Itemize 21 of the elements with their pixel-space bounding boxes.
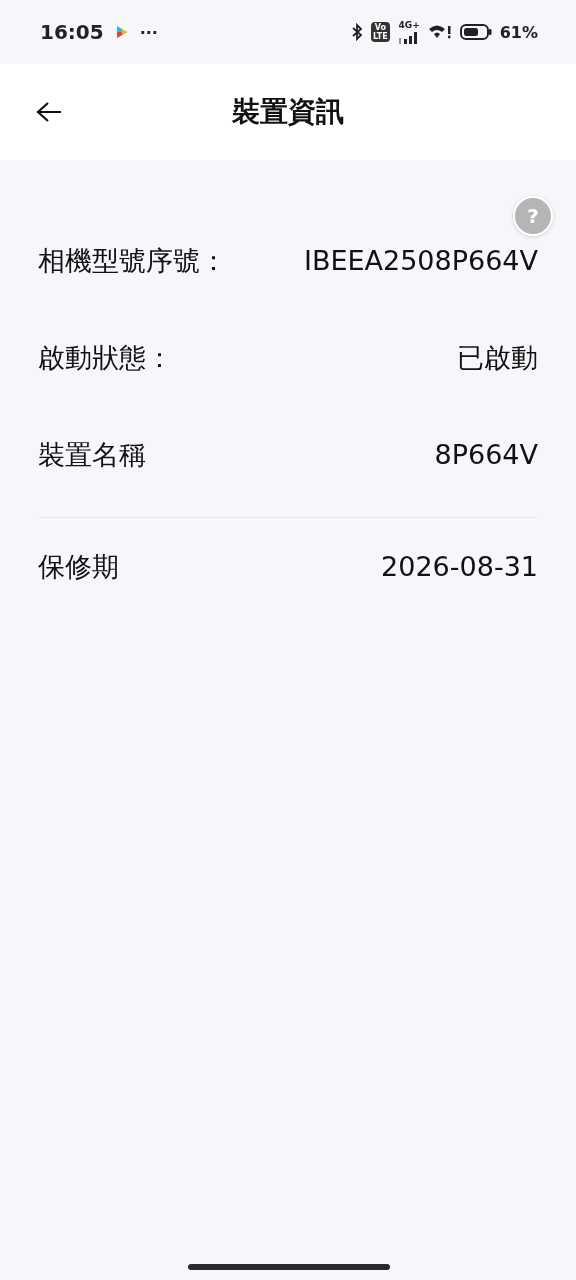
battery-percent: 61%: [499, 22, 538, 42]
field-value: IBEEA2508P664V: [303, 245, 538, 276]
volte-badge: Vo LTE: [371, 22, 390, 42]
signal-icon: [397, 29, 420, 44]
more-notifications: ···: [139, 22, 158, 42]
network-type: 4G+: [398, 20, 420, 30]
field-label: 相機型號序號：: [38, 243, 227, 278]
field-label: 裝置名稱: [38, 437, 146, 472]
battery-icon: [459, 24, 492, 40]
play-store-icon: [115, 25, 128, 39]
field-value: 8P664V: [434, 439, 538, 470]
field-label: 保修期: [38, 549, 119, 584]
wifi-icon: [427, 24, 452, 40]
field-label: 啟動狀態：: [38, 340, 173, 375]
field-value: 2026-08-31: [381, 551, 538, 582]
bluetooth-icon: [351, 23, 363, 41]
back-icon[interactable]: [36, 101, 62, 123]
page-title: 裝置資訊: [232, 94, 344, 130]
status-time: 16:05: [40, 20, 104, 44]
help-button[interactable]: ?: [513, 196, 553, 236]
field-value: 已啟動: [457, 340, 538, 375]
